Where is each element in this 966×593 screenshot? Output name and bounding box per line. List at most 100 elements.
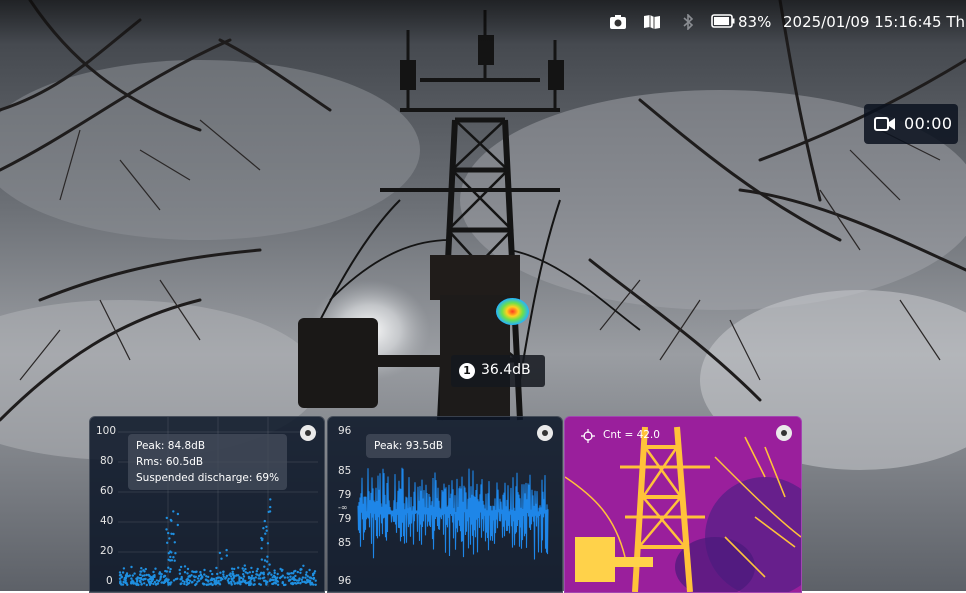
record-button[interactable]: 00:00 — [864, 104, 958, 144]
y-tick: 79 — [338, 489, 352, 501]
prpd-point — [263, 576, 266, 579]
prpd-point — [170, 559, 174, 562]
prpd-point — [266, 542, 270, 545]
prpd-stats-box: Peak: 84.8dB Rms: 60.5dB Suspended disch… — [128, 434, 288, 490]
thermal-image — [565, 417, 801, 592]
prpd-point — [203, 568, 206, 572]
prpd-point — [265, 525, 268, 528]
prpd-point — [225, 548, 228, 552]
prpd-point — [170, 519, 173, 522]
prpd-point — [162, 575, 165, 579]
prpd-point — [256, 567, 259, 571]
thermal-panel[interactable]: Cnt = 42.0 — [564, 416, 802, 593]
prpd-point — [172, 510, 175, 513]
prpd-point — [306, 575, 309, 578]
prpd-point — [265, 529, 268, 532]
waveform-panel[interactable]: 96 85 79 -∞ 79 85 96 Peak: 93.5dB — [327, 416, 563, 593]
prpd-point — [178, 572, 182, 575]
prpd-point — [145, 583, 148, 587]
camera-snapshot-icon[interactable] — [609, 14, 627, 30]
marker-number: 1 — [459, 363, 475, 379]
prpd-point — [215, 579, 218, 582]
prpd-point — [232, 573, 235, 577]
prpd-point — [233, 567, 236, 571]
prpd-point — [154, 567, 157, 570]
prpd-point — [209, 569, 212, 573]
prpd-point — [260, 558, 264, 561]
prpd-point — [130, 565, 133, 569]
prpd-point — [215, 566, 218, 570]
prpd-point — [173, 541, 176, 544]
prpd-point — [238, 577, 241, 581]
prpd-point — [273, 569, 276, 572]
prpd-point — [202, 583, 206, 586]
prpd-point — [286, 572, 289, 575]
prpd-point — [166, 541, 169, 544]
prpd-point — [187, 578, 190, 581]
bluetooth-icon — [683, 14, 694, 30]
prpd-point — [222, 570, 225, 573]
prpd-point — [242, 575, 246, 578]
prpd-point — [246, 572, 249, 575]
prpd-peak: Peak: 84.8dB — [136, 440, 206, 452]
prpd-point — [172, 556, 175, 559]
prpd-point — [249, 579, 252, 583]
prpd-point — [260, 571, 263, 574]
map-icon[interactable] — [643, 14, 661, 30]
prpd-point — [232, 580, 235, 583]
prpd-point — [167, 566, 170, 569]
prpd-point — [262, 527, 265, 530]
settings-icon[interactable] — [537, 425, 553, 441]
prpd-point — [190, 574, 193, 577]
prpd-point — [251, 570, 255, 574]
prpd-point — [139, 573, 142, 576]
prpd-point — [263, 519, 266, 523]
prpd-point — [162, 581, 165, 585]
prpd-point — [260, 547, 263, 550]
settings-icon[interactable] — [300, 425, 316, 441]
prpd-point — [191, 570, 194, 573]
prpd-point — [268, 571, 271, 574]
prpd-point — [264, 532, 267, 535]
prpd-point — [133, 572, 136, 575]
prpd-point — [143, 570, 146, 573]
prpd-point — [289, 575, 292, 578]
prpd-point — [269, 498, 272, 501]
prpd-point — [227, 582, 231, 585]
prpd-point — [263, 565, 266, 568]
prpd-point — [243, 564, 246, 567]
y-tick: -∞ — [338, 503, 348, 512]
prpd-point — [174, 552, 177, 555]
prpd-point — [314, 583, 317, 586]
prpd-point — [252, 577, 256, 580]
measurement-marker[interactable]: 1 36.4dB — [451, 355, 545, 387]
prpd-point — [128, 574, 131, 577]
prpd-point — [218, 551, 222, 555]
prpd-point — [152, 570, 155, 574]
prpd-point — [295, 579, 299, 582]
prpd-point — [270, 578, 273, 582]
prpd-point — [199, 577, 203, 580]
acoustic-hotspot[interactable] — [496, 298, 529, 325]
y-tick: 0 — [106, 575, 113, 587]
prpd-point — [229, 575, 233, 578]
prpd-point — [216, 572, 219, 576]
prpd-point — [124, 577, 127, 580]
video-camera-icon — [874, 117, 895, 131]
prpd-point — [170, 581, 173, 584]
prpd-point — [186, 567, 190, 571]
prpd-point — [217, 580, 220, 583]
prpd-point — [281, 581, 284, 584]
prpd-point — [261, 537, 264, 541]
prpd-point — [296, 570, 299, 574]
y-tick: 60 — [100, 485, 114, 497]
prpd-point — [300, 568, 303, 571]
prpd-point — [221, 577, 224, 581]
prpd-point — [183, 565, 187, 568]
prpd-point — [154, 583, 158, 586]
settings-icon[interactable] — [776, 425, 792, 441]
prpd-point — [301, 576, 305, 579]
prpd-point — [178, 568, 181, 572]
prpd-point — [153, 574, 156, 577]
prpd-panel[interactable]: 100 80 60 40 20 0 Peak: 84.8dB Rms: 60.5… — [89, 416, 325, 593]
